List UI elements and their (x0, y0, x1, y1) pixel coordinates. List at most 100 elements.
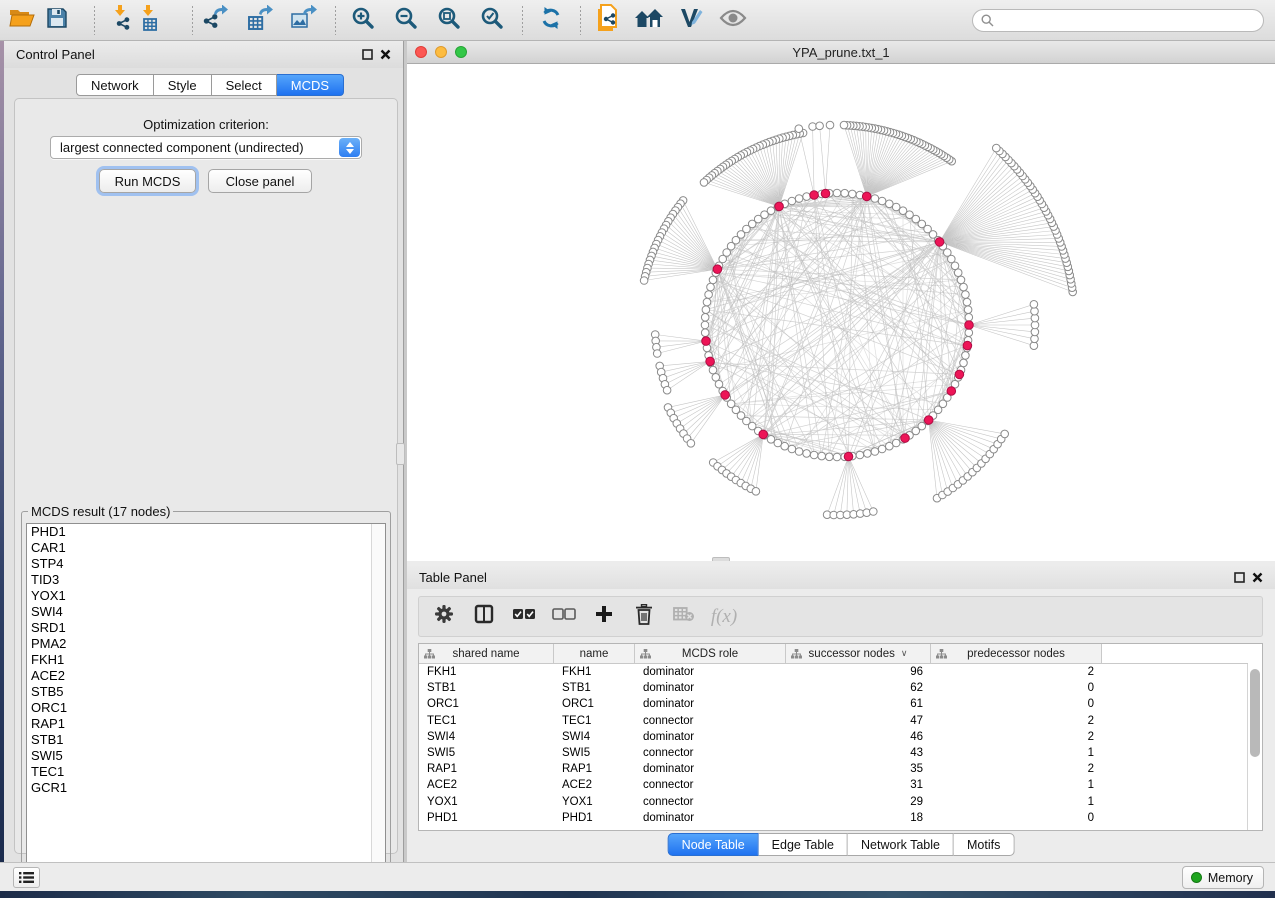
table-row[interactable]: SWI5SWI5connector431 (419, 745, 1248, 761)
mcds-hub-node[interactable] (862, 192, 871, 201)
network-node[interactable] (709, 366, 717, 374)
network-node[interactable] (965, 329, 973, 337)
mcds-result-item[interactable]: STP4 (27, 556, 371, 572)
edge[interactable] (940, 176, 1023, 242)
leaf-node[interactable] (663, 386, 671, 394)
network-node[interactable] (709, 276, 717, 284)
mcds-hub-node[interactable] (721, 391, 730, 400)
network-node[interactable] (833, 189, 841, 197)
export-table-button[interactable] (244, 4, 278, 37)
network-node[interactable] (965, 314, 973, 322)
mcds-result-item[interactable]: ORC1 (27, 700, 371, 716)
network-node[interactable] (810, 451, 818, 459)
edge[interactable] (799, 129, 814, 195)
mcds-result-item[interactable]: TID3 (27, 572, 371, 588)
mcds-result-item[interactable]: FKH1 (27, 652, 371, 668)
mcds-hub-node[interactable] (955, 370, 964, 379)
settings-gear-button[interactable] (431, 603, 457, 631)
leaf-node[interactable] (700, 179, 708, 187)
edge[interactable] (691, 395, 725, 443)
edge[interactable] (684, 395, 726, 434)
leaf-node[interactable] (809, 123, 817, 131)
zoom-out-button[interactable] (389, 4, 423, 37)
zoom-selected-button[interactable] (475, 4, 509, 37)
leaf-node[interactable] (840, 121, 848, 129)
close-panel-icon[interactable] (380, 49, 391, 60)
leaf-node[interactable] (826, 121, 834, 129)
network-node[interactable] (957, 276, 965, 284)
leaf-node[interactable] (816, 122, 824, 130)
network-node[interactable] (963, 298, 971, 306)
edge[interactable] (667, 361, 710, 390)
edge[interactable] (813, 127, 815, 196)
edge[interactable] (655, 335, 706, 342)
edge[interactable] (867, 153, 939, 197)
network-node[interactable] (803, 193, 811, 201)
mcds-result-item[interactable]: PHD1 (27, 524, 371, 540)
network-node[interactable] (878, 445, 886, 453)
edge[interactable] (661, 361, 710, 372)
table-row[interactable]: RAP1RAP1dominator352 (419, 761, 1248, 777)
mcds-hub-node[interactable] (810, 191, 819, 200)
tab-mcds[interactable]: MCDS (277, 74, 344, 96)
mcds-hub-node[interactable] (844, 452, 853, 461)
mcds-hub-node[interactable] (901, 434, 910, 443)
mcds-result-item[interactable]: YOX1 (27, 588, 371, 604)
mcds-result-item[interactable]: STB1 (27, 732, 371, 748)
mcds-result-item[interactable]: SWI4 (27, 604, 371, 620)
vizmapper-button[interactable] (674, 4, 708, 37)
refresh-layout-button[interactable] (534, 4, 568, 37)
home-view-button[interactable] (632, 4, 666, 37)
tab-edge-table[interactable]: Edge Table (759, 833, 848, 856)
memory-button[interactable]: Memory (1182, 866, 1264, 889)
save-session-button[interactable] (40, 4, 74, 37)
table-row[interactable]: STB1STB1dominator620 (419, 680, 1248, 696)
control-panel-titlebar[interactable]: Control Panel (4, 41, 403, 68)
network-node[interactable] (701, 321, 709, 329)
node-table-scrollbar[interactable] (1247, 664, 1262, 830)
delete-column-button[interactable] (631, 603, 657, 631)
network-node[interactable] (702, 306, 710, 314)
search-box[interactable] (972, 9, 1264, 32)
edge[interactable] (940, 179, 1026, 242)
edge[interactable] (663, 361, 710, 378)
network-node[interactable] (871, 195, 879, 203)
network-graph-canvas[interactable] (407, 64, 1275, 561)
network-window-titlebar[interactable]: YPA_prune.txt_1 (407, 41, 1275, 64)
mcds-hub-node[interactable] (759, 430, 768, 439)
network-node[interactable] (788, 445, 796, 453)
network-node[interactable] (788, 197, 796, 205)
network-node[interactable] (803, 450, 811, 458)
edge[interactable] (940, 166, 1015, 242)
export-network-button[interactable] (199, 4, 233, 37)
edge[interactable] (779, 134, 796, 206)
network-node[interactable] (841, 189, 849, 197)
mcds-result-item[interactable]: PMA2 (27, 636, 371, 652)
edge[interactable] (969, 325, 1035, 339)
run-mcds-button[interactable]: Run MCDS (99, 169, 196, 193)
column-header-shared-name[interactable]: shared name (419, 644, 554, 663)
network-node[interactable] (703, 298, 711, 306)
mcds-result-item[interactable]: ACE2 (27, 668, 371, 684)
edge[interactable] (718, 434, 764, 466)
edge[interactable] (834, 457, 849, 516)
tab-motifs[interactable]: Motifs (954, 833, 1014, 856)
vertical-splitter-handle[interactable] (396, 443, 405, 465)
hide-eye-button[interactable] (716, 4, 750, 37)
tab-node-table[interactable]: Node Table (668, 833, 759, 856)
table-row[interactable]: PHD1PHD1dominator180 (419, 810, 1248, 826)
edge[interactable] (820, 126, 826, 194)
import-table-button[interactable] (133, 4, 167, 37)
leaf-node[interactable] (870, 508, 878, 516)
mcds-result-item[interactable]: TEC1 (27, 764, 371, 780)
optimization-criterion-select[interactable]: largest connected component (undirected) (50, 136, 362, 159)
add-column-button[interactable] (591, 603, 617, 631)
float-window-icon[interactable] (362, 49, 373, 60)
edge[interactable] (847, 125, 867, 196)
tab-style[interactable]: Style (154, 74, 212, 96)
leaf-node[interactable] (640, 277, 648, 285)
mcds-hub-node[interactable] (713, 265, 722, 274)
table-row[interactable]: TEC1TEC1connector472 (419, 713, 1248, 729)
mcds-hub-node[interactable] (935, 238, 944, 247)
table-panel-titlebar[interactable]: Table Panel (407, 565, 1275, 589)
